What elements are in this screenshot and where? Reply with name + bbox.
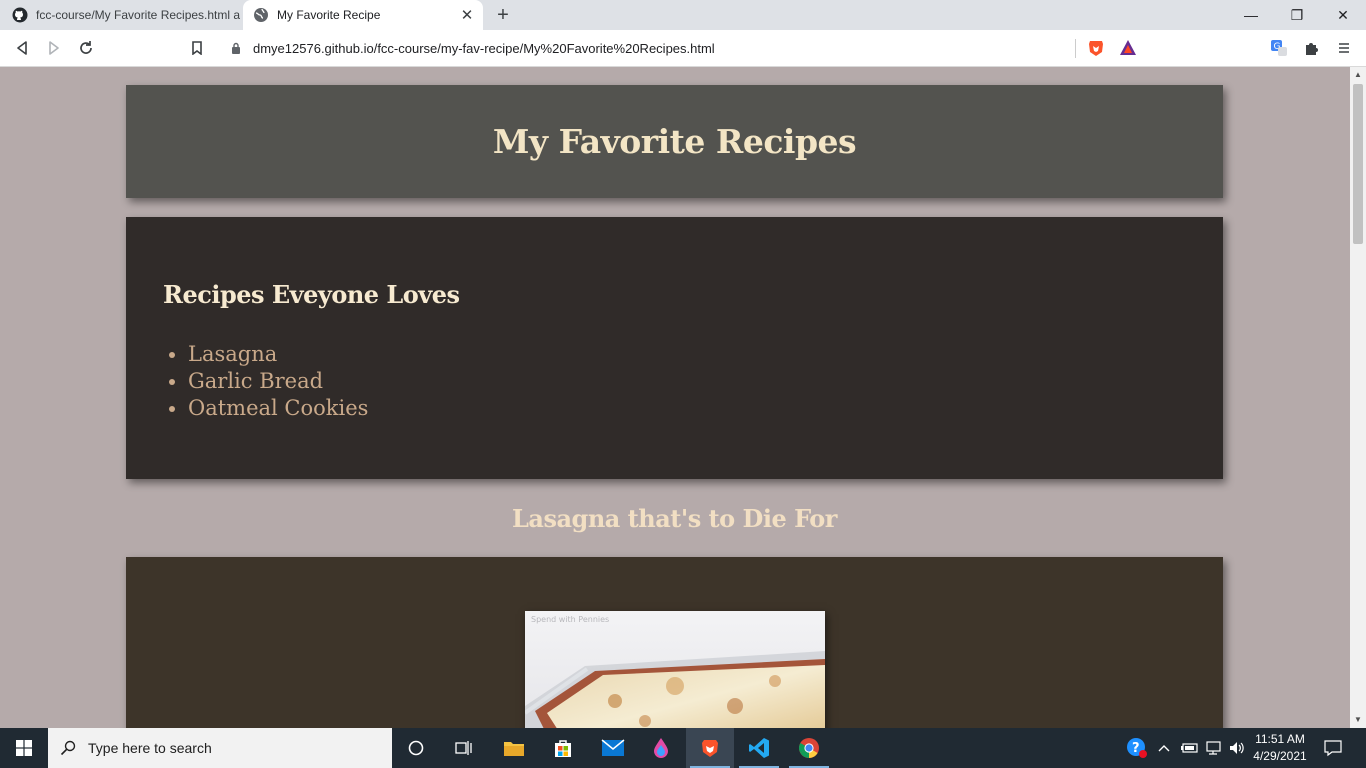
new-tab-button[interactable]: + (492, 3, 514, 27)
vertical-scrollbar[interactable]: ▲ ▼ (1350, 67, 1366, 728)
scroll-down-arrow-icon[interactable]: ▼ (1350, 712, 1366, 728)
recipe-list: Lasagna Garlic Bread Oatmeal Cookies (163, 341, 368, 422)
task-view-button[interactable] (440, 728, 488, 768)
page-header: My Favorite Recipes (126, 85, 1223, 198)
windows-taskbar: Type here to search ? 11:51 AM 4/29/2021 (0, 728, 1366, 768)
divider (1075, 39, 1076, 58)
address-bar[interactable]: dmye12576.github.io/fcc-course/my-fav-re… (218, 35, 1146, 62)
network-button[interactable] (1202, 728, 1224, 768)
vscode-icon (749, 738, 769, 758)
translate-extension-button[interactable]: G (1267, 36, 1291, 60)
brave-lion-icon (702, 740, 718, 757)
list-heading: Recipes Eveyone Loves (163, 280, 460, 309)
battery-icon (1181, 743, 1198, 753)
speaker-icon (1230, 742, 1244, 754)
recipe-link-oatmeal-cookies[interactable]: Oatmeal Cookies (188, 395, 368, 422)
scroll-up-arrow-icon[interactable]: ▲ (1350, 67, 1366, 83)
tab-title: My Favorite Recipe (277, 8, 381, 22)
lasagna-image (525, 611, 825, 728)
recipe-link-lasagna[interactable]: Lasagna (188, 341, 368, 368)
browser-toolbar: dmye12576.github.io/fcc-course/my-fav-re… (0, 30, 1366, 67)
recipe-list-card: Recipes Eveyone Loves Lasagna Garlic Bre… (126, 217, 1223, 479)
restore-icon[interactable]: ❐ (1274, 0, 1320, 30)
github-icon (12, 7, 28, 23)
reload-icon (80, 41, 92, 54)
puzzle-icon (1306, 43, 1318, 55)
battery-button[interactable] (1178, 728, 1200, 768)
lock-icon (232, 42, 240, 54)
system-clock[interactable]: 11:51 AM 4/29/2021 (1248, 731, 1312, 765)
windows-logo-icon (16, 740, 32, 756)
notifications-button[interactable] (1318, 728, 1348, 768)
hamburger-menu-icon (1339, 43, 1349, 53)
extensions-button[interactable] (1300, 36, 1324, 60)
brave-browser-taskbar-button[interactable] (686, 728, 734, 768)
forward-button[interactable] (42, 36, 66, 60)
back-button[interactable] (10, 36, 34, 60)
rewards-triangle-icon (1120, 40, 1136, 55)
search-placeholder: Type here to search (88, 740, 212, 756)
mail-envelope-icon (601, 739, 625, 756)
task-view-icon (455, 741, 472, 755)
web-page: My Favorite Recipes Recipes Eveyone Love… (0, 67, 1350, 728)
page-title: My Favorite Recipes (492, 122, 857, 161)
brave-rewards-button[interactable] (1118, 38, 1138, 58)
paint-drop-icon (654, 738, 668, 758)
search-icon (60, 740, 76, 756)
paint3d-button[interactable] (637, 728, 685, 768)
chevron-up-icon (1158, 745, 1170, 752)
brave-shields-button[interactable] (1086, 38, 1106, 58)
menu-button[interactable] (1332, 36, 1356, 60)
chrome-icon (799, 738, 819, 758)
taskbar-search-box[interactable]: Type here to search (48, 728, 392, 768)
reload-button[interactable] (74, 36, 98, 60)
tab-title: fcc-course/My Favorite Recipes.html at (36, 8, 240, 22)
vscode-button[interactable] (735, 728, 783, 768)
close-window-icon[interactable]: ✕ (1320, 0, 1366, 30)
cortana-circle-icon (408, 740, 424, 756)
volume-button[interactable] (1226, 728, 1248, 768)
help-question-icon: ? (1127, 738, 1147, 758)
translate-icon: G (1271, 40, 1287, 56)
svg-text:?: ? (1132, 741, 1140, 756)
tab-my-favorite-recipe[interactable]: My Favorite Recipe ✕ (243, 0, 483, 30)
close-tab-icon[interactable]: ✕ (457, 6, 477, 24)
bookmark-icon (192, 41, 202, 55)
brave-lion-icon (1089, 41, 1103, 56)
chrome-button[interactable] (785, 728, 833, 768)
network-icon (1206, 741, 1221, 755)
lasagna-photo: Spend with Pennies (525, 611, 825, 728)
start-button[interactable] (0, 728, 48, 768)
store-bag-icon (555, 740, 571, 757)
folder-icon (504, 742, 524, 756)
forward-arrow-icon (49, 41, 59, 55)
lasagna-card: Spend with Pennies (126, 557, 1223, 728)
back-arrow-icon (17, 41, 27, 55)
globe-icon (254, 8, 268, 22)
section-title: Lasagna that's to Die For (512, 504, 837, 533)
help-tray-button[interactable]: ? (1124, 728, 1150, 768)
tab-github[interactable]: fcc-course/My Favorite Recipes.html at (0, 0, 240, 30)
recipe-link-garlic-bread[interactable]: Garlic Bread (188, 368, 368, 395)
clock-time: 11:51 AM (1255, 732, 1305, 746)
url-text: dmye12576.github.io/fcc-course/my-fav-re… (253, 41, 715, 56)
microsoft-store-button[interactable] (539, 728, 587, 768)
minimize-icon[interactable]: — (1228, 0, 1274, 30)
show-hidden-icons-button[interactable] (1154, 728, 1174, 768)
image-watermark: Spend with Pennies (531, 615, 610, 624)
scrollbar-thumb[interactable] (1353, 84, 1363, 244)
cortana-button[interactable] (392, 728, 440, 768)
bookmark-button[interactable] (185, 36, 209, 60)
mail-button[interactable] (589, 728, 637, 768)
tab-strip: fcc-course/My Favorite Recipes.html at M… (0, 0, 1366, 30)
notification-icon (1324, 740, 1342, 757)
clock-date: 4/29/2021 (1253, 749, 1307, 763)
file-explorer-button[interactable] (490, 728, 538, 768)
